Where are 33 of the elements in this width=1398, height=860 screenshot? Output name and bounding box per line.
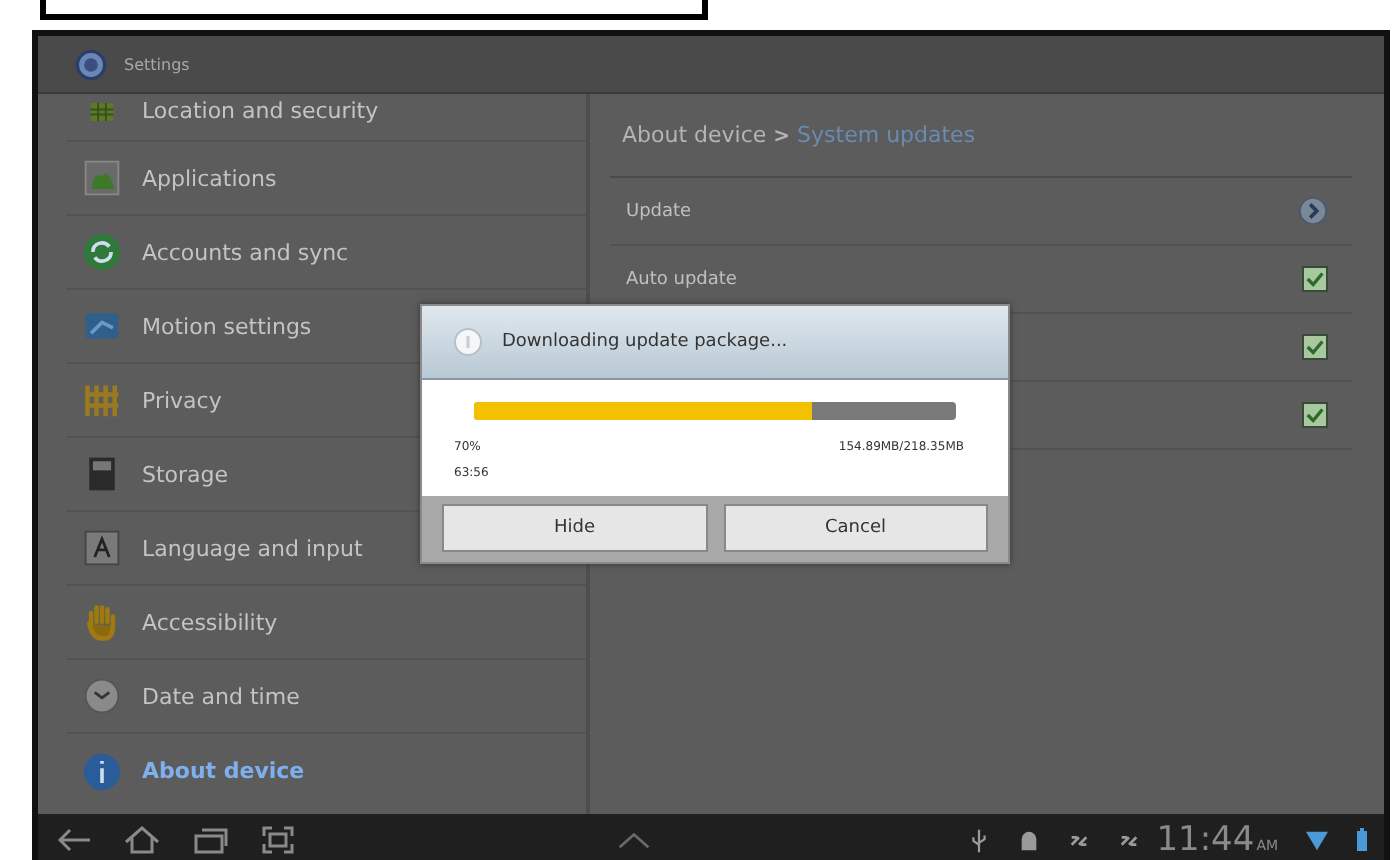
battery-icon	[1356, 828, 1369, 852]
info-icon	[454, 328, 482, 356]
setting-label: Update	[626, 201, 692, 221]
chevron-right-icon[interactable]	[1298, 196, 1328, 226]
clock-time: 11:44	[1156, 820, 1255, 860]
sidebar-item[interactable]: Accessibility	[66, 586, 586, 660]
sidebar-item[interactable]: Accounts and sync	[66, 216, 586, 290]
fence-icon	[82, 380, 122, 420]
hide-button[interactable]: Hide	[442, 504, 707, 552]
cancel-button[interactable]: Cancel	[723, 504, 988, 552]
home-icon[interactable]	[122, 826, 162, 854]
letter-icon	[82, 528, 122, 568]
checkbox[interactable]	[1302, 266, 1328, 292]
back-icon[interactable]	[54, 826, 94, 854]
wifi-icon	[1306, 827, 1329, 853]
usb-icon	[968, 827, 991, 853]
setting-label: Auto update	[626, 269, 737, 289]
sync-icon	[82, 232, 122, 272]
clock-icon	[82, 676, 122, 716]
picture-icon	[82, 158, 122, 198]
screenshot-icon[interactable]	[258, 826, 298, 854]
sidebar-item[interactable]: Location and security	[66, 94, 586, 142]
recent-apps-icon[interactable]	[190, 826, 230, 854]
settings-icon	[74, 47, 108, 81]
sidebar-item[interactable]: Applications	[66, 142, 586, 216]
info-icon	[82, 751, 122, 791]
sidebar-item[interactable]: Date and time	[66, 660, 586, 734]
app-title: Settings	[124, 55, 190, 73]
checkbox[interactable]	[1302, 334, 1328, 360]
caret-up-icon[interactable]	[615, 830, 652, 850]
sidebar-item[interactable]: About device	[66, 734, 586, 808]
breadcrumb: About device > System updates	[610, 94, 1352, 178]
checkbox[interactable]	[1302, 402, 1328, 428]
